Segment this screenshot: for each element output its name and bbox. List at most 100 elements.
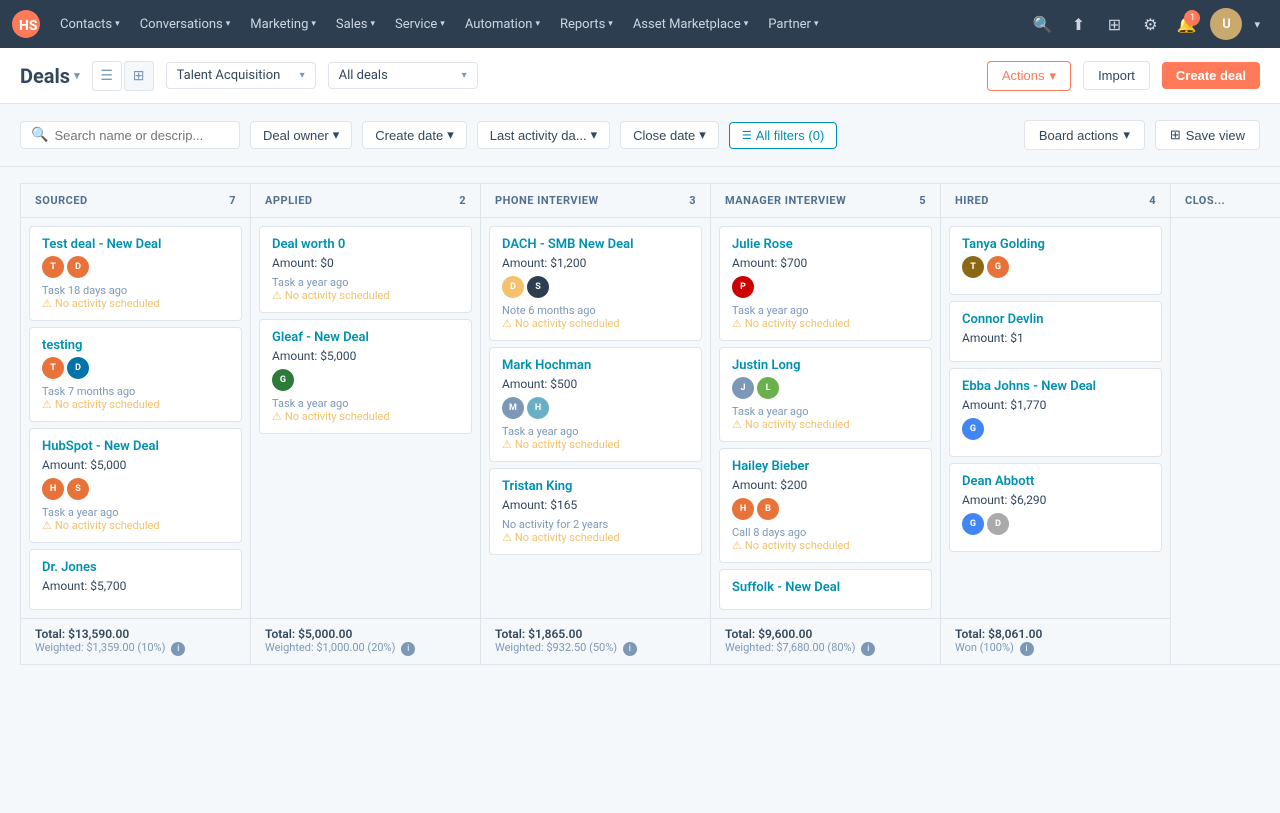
deal-card[interactable]: DACH - SMB New DealAmount: $1,200DSNote …: [489, 226, 702, 341]
avatar: G: [987, 256, 1009, 278]
search-box[interactable]: 🔍: [20, 121, 240, 149]
deal-card-title: Ebba Johns - New Deal: [962, 379, 1149, 394]
column-total: Total: $8,061.00: [955, 627, 1156, 641]
nav-reports[interactable]: Reports ▾: [552, 13, 621, 36]
column-header-phone-interview: PHONE INTERVIEW 3: [481, 184, 710, 218]
deal-card[interactable]: Dr. JonesAmount: $5,700: [29, 549, 242, 610]
deal-card[interactable]: Connor DevlinAmount: $1: [949, 301, 1162, 362]
create-date-filter[interactable]: Create date ▾: [362, 121, 466, 149]
user-menu-chevron[interactable]: ▾: [1246, 14, 1268, 35]
upgrade-button[interactable]: ⬆: [1062, 8, 1094, 40]
board-actions-button[interactable]: Board actions ▾: [1024, 120, 1145, 150]
user-avatar[interactable]: U: [1210, 8, 1242, 40]
deal-card-warning: ⚠ No activity scheduled: [42, 398, 229, 411]
last-activity-filter[interactable]: Last activity da... ▾: [477, 121, 610, 149]
deal-card-title: Suffolk - New Deal: [732, 580, 919, 595]
deal-card[interactable]: Hailey BieberAmount: $200HBCall 8 days a…: [719, 448, 932, 563]
column-count: 4: [1149, 194, 1156, 207]
pipeline-selector[interactable]: Talent Acquisition ▾: [166, 62, 316, 89]
deal-card-amount: Amount: $5,000: [272, 349, 459, 363]
deal-card[interactable]: Suffolk - New Deal: [719, 569, 932, 610]
deal-card[interactable]: Gleaf - New DealAmount: $5,000GTask a ye…: [259, 319, 472, 434]
nav-marketing[interactable]: Marketing ▾: [242, 13, 324, 36]
column-count: 2: [459, 194, 466, 207]
nav-partner[interactable]: Partner ▾: [760, 13, 826, 36]
grid-view-button[interactable]: ⊞: [124, 61, 154, 91]
avatar: D: [67, 256, 89, 278]
deal-card-warning: ⚠ No activity scheduled: [502, 438, 689, 451]
column-header-sourced: SOURCED 7: [21, 184, 250, 218]
deal-card[interactable]: Tristan KingAmount: $165No activity for …: [489, 468, 702, 555]
actions-button[interactable]: Actions ▾: [987, 61, 1071, 91]
all-filters-button[interactable]: ☰ All filters (0): [729, 122, 838, 149]
info-icon[interactable]: i: [861, 642, 875, 656]
nav-asset-marketplace[interactable]: Asset Marketplace ▾: [625, 13, 756, 36]
info-icon[interactable]: i: [1020, 642, 1034, 656]
deal-card-avatars: P: [732, 276, 919, 298]
list-view-button[interactable]: ☰: [92, 61, 122, 91]
create-deal-button[interactable]: Create deal: [1162, 62, 1260, 89]
avatar: H: [42, 478, 64, 500]
board-column-closed: CLOS...: [1170, 183, 1280, 665]
deal-card-warning: ⚠ No activity scheduled: [732, 317, 919, 330]
deal-card-title: HubSpot - New Deal: [42, 439, 229, 454]
deal-card-amount: Amount: $6,290: [962, 493, 1149, 507]
column-header-closed: CLOS...: [1171, 184, 1280, 218]
deal-card-meta: Task a year ago: [732, 405, 919, 418]
column-weighted: Weighted: $1,000.00 (20%) i: [265, 641, 466, 656]
deal-card[interactable]: Test deal - New DealTDTask 18 days ago⚠ …: [29, 226, 242, 321]
deal-card[interactable]: testingTDTask 7 months ago⚠ No activity …: [29, 327, 242, 422]
column-weighted: Weighted: $1,359.00 (10%) i: [35, 641, 236, 656]
deal-card[interactable]: Ebba Johns - New DealAmount: $1,770G: [949, 368, 1162, 457]
deal-card-warning: ⚠ No activity scheduled: [502, 317, 689, 330]
avatar: D: [987, 513, 1009, 535]
hubspot-logo[interactable]: HS: [12, 10, 40, 38]
deal-card-title: Gleaf - New Deal: [272, 330, 459, 345]
deal-card-amount: Amount: $1,770: [962, 398, 1149, 412]
deal-card-meta: Task 7 months ago: [42, 385, 229, 398]
info-icon[interactable]: i: [171, 642, 185, 656]
info-icon[interactable]: i: [401, 642, 415, 656]
nav-conversations[interactable]: Conversations ▾: [132, 13, 239, 36]
nav-automation[interactable]: Automation ▾: [457, 13, 548, 36]
deal-card-meta: Task a year ago: [272, 397, 459, 410]
settings-button[interactable]: ⚙: [1134, 8, 1166, 40]
deal-card-avatars: TG: [962, 256, 1149, 278]
save-view-button[interactable]: ⊞ Save view: [1155, 120, 1260, 150]
deal-card[interactable]: Dean AbbottAmount: $6,290GD: [949, 463, 1162, 552]
deal-card-title: Test deal - New Deal: [42, 237, 229, 252]
search-input[interactable]: [54, 128, 229, 143]
nav-service[interactable]: Service ▾: [387, 13, 453, 36]
view-toggle: ☰ ⊞: [92, 61, 154, 91]
deal-card-avatars: DS: [502, 276, 689, 298]
deal-card[interactable]: Deal worth 0Amount: $0Task a year ago⚠ N…: [259, 226, 472, 313]
board-column-manager-interview: MANAGER INTERVIEW 5Julie RoseAmount: $70…: [710, 183, 940, 665]
deal-card[interactable]: Tanya GoldingTG: [949, 226, 1162, 295]
column-total: Total: $13,590.00: [35, 627, 236, 641]
nav-sales[interactable]: Sales ▾: [328, 13, 383, 36]
page-title[interactable]: Deals ▾: [20, 64, 80, 88]
deal-card[interactable]: HubSpot - New DealAmount: $5,000HSTask a…: [29, 428, 242, 543]
avatar: S: [527, 276, 549, 298]
column-weighted: Weighted: $7,680.00 (80%) i: [725, 641, 926, 656]
deal-card[interactable]: Justin LongJLTask a year ago⚠ No activit…: [719, 347, 932, 442]
column-weighted: Won (100%) i: [955, 641, 1156, 656]
nav-contacts[interactable]: Contacts ▾: [52, 13, 128, 36]
deal-card[interactable]: Mark HochmanAmount: $500MHTask a year ag…: [489, 347, 702, 462]
deal-owner-filter[interactable]: Deal owner ▾: [250, 121, 352, 149]
deal-card[interactable]: Julie RoseAmount: $700PTask a year ago⚠ …: [719, 226, 932, 341]
view-selector[interactable]: All deals ▾: [328, 62, 478, 89]
import-button[interactable]: Import: [1083, 61, 1150, 90]
apps-button[interactable]: ⊞: [1098, 8, 1130, 40]
notifications-button[interactable]: 🔔 1: [1170, 8, 1202, 40]
column-header-hired: HIRED 4: [941, 184, 1170, 218]
search-button[interactable]: 🔍: [1026, 8, 1058, 40]
avatar: T: [42, 256, 64, 278]
deal-card-meta: Note 6 months ago: [502, 304, 689, 317]
deal-card-title: Justin Long: [732, 358, 919, 373]
deal-card-title: Dean Abbott: [962, 474, 1149, 489]
avatar: M: [502, 397, 524, 419]
close-date-filter[interactable]: Close date ▾: [620, 121, 719, 149]
avatar: J: [732, 377, 754, 399]
info-icon[interactable]: i: [623, 642, 637, 656]
